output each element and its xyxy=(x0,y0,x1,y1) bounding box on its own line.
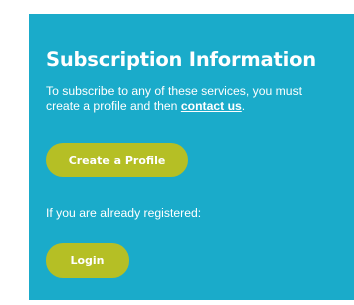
contact-us-link[interactable]: contact us xyxy=(181,99,242,113)
panel-title: Subscription Information xyxy=(46,48,316,71)
description-period: . xyxy=(241,99,246,113)
registered-text: If you are already registered: xyxy=(46,206,202,220)
description-text: To subscribe to any of these services, y… xyxy=(46,84,303,113)
login-button[interactable]: Login xyxy=(46,243,129,278)
subscription-panel: Subscription Information To subscribe to… xyxy=(29,14,354,300)
subscription-description: To subscribe to any of these services, y… xyxy=(46,84,336,114)
create-profile-button[interactable]: Create a Profile xyxy=(46,143,188,177)
